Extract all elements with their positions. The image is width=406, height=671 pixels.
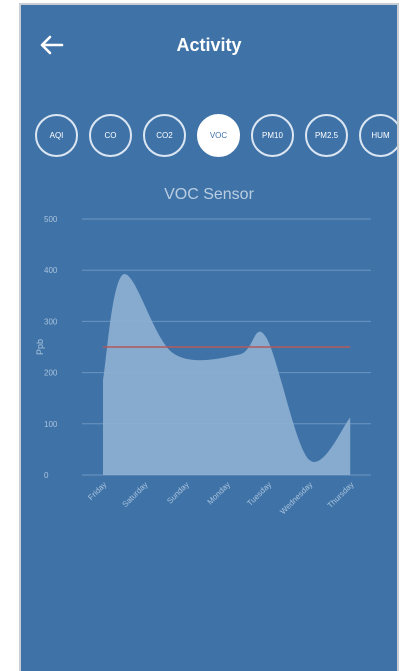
x-tick-label: Thursday xyxy=(326,480,356,510)
app-screen: Activity AQI CO CO2 VOC PM10 PM2.5 HUM VOC Sen… xyxy=(21,5,397,671)
y-tick-label: 200 xyxy=(44,369,58,378)
y-axis-label: Ppb xyxy=(35,339,45,355)
x-tick-label: Saturday xyxy=(121,480,150,509)
x-tick-label: Tuesday xyxy=(245,480,273,508)
voc-area-series xyxy=(103,274,351,475)
y-tick-label: 0 xyxy=(44,471,49,480)
y-tick-label: 500 xyxy=(44,215,58,224)
voc-chart: 0 100 200 300 400 500 Ppb Friday Saturday Sunday M… xyxy=(35,215,371,516)
x-tick-label: Sunday xyxy=(165,480,191,506)
x-tick-label: Friday xyxy=(86,480,108,502)
x-tick-label: Monday xyxy=(206,480,232,506)
y-tick-label: 400 xyxy=(44,266,58,275)
y-tick-label: 300 xyxy=(44,317,58,326)
y-tick-label: 100 xyxy=(44,420,58,429)
x-tick-label: Wednesday xyxy=(278,480,314,516)
